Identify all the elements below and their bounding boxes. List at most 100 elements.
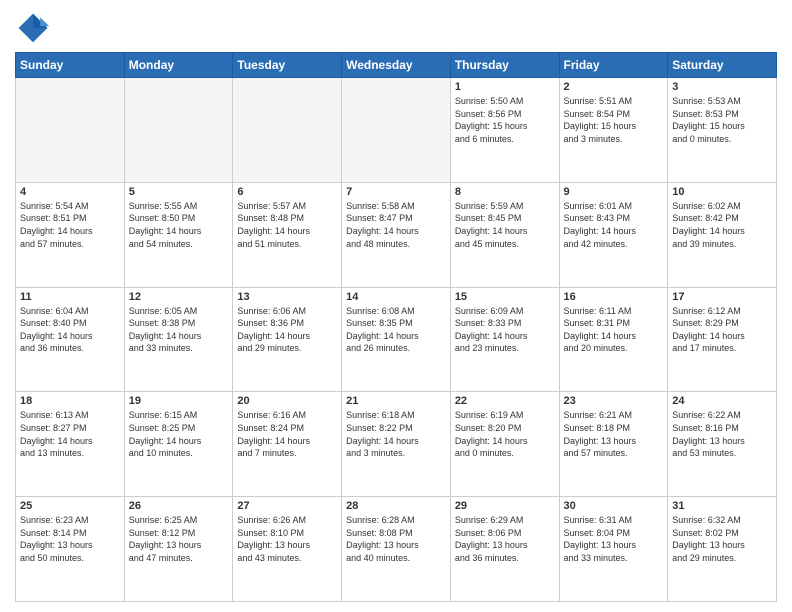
day-cell: 17 Sunrise: 6:12 AM Sunset: 8:29 PM Dayli… [668, 287, 777, 392]
day-info: Sunrise: 6:09 AM Sunset: 8:33 PM Dayligh… [455, 305, 555, 355]
day-cell: 14 Sunrise: 6:08 AM Sunset: 8:35 PM Dayli… [342, 287, 451, 392]
day-info: Sunrise: 5:59 AM Sunset: 8:45 PM Dayligh… [455, 200, 555, 250]
day-info: Sunrise: 5:58 AM Sunset: 8:47 PM Dayligh… [346, 200, 446, 250]
day-number: 24 [672, 395, 772, 407]
day-number: 26 [129, 500, 229, 512]
weekday-thursday: Thursday [450, 53, 559, 78]
day-number: 25 [20, 500, 120, 512]
day-number: 16 [564, 291, 664, 303]
week-row-3: 11 Sunrise: 6:04 AM Sunset: 8:40 PM Dayli… [16, 287, 777, 392]
day-cell: 22Sunrise: 6:19 AM Sunset: 8:20 PM Dayli… [450, 392, 559, 497]
day-number: 9 [564, 186, 664, 198]
day-info: Sunrise: 5:57 AM Sunset: 8:48 PM Dayligh… [237, 200, 337, 250]
day-number: 18 [20, 395, 120, 407]
day-cell: 12 Sunrise: 6:05 AM Sunset: 8:38 PM Dayli… [124, 287, 233, 392]
day-info: Sunrise: 5:53 AM Sunset: 8:53 PM Dayligh… [672, 95, 772, 145]
day-info: Sunrise: 5:54 AM Sunset: 8:51 PM Dayligh… [20, 200, 120, 250]
day-cell [124, 78, 233, 183]
day-cell: 13Sunrise: 6:06 AM Sunset: 8:36 PM Dayli… [233, 287, 342, 392]
day-number: 15 [455, 291, 555, 303]
day-number: 31 [672, 500, 772, 512]
day-info: Sunrise: 6:32 AM Sunset: 8:02 PM Dayligh… [672, 514, 772, 564]
day-number: 19 [129, 395, 229, 407]
day-number: 21 [346, 395, 446, 407]
day-number: 10 [672, 186, 772, 198]
day-cell: 25 Sunrise: 6:23 AM Sunset: 8:14 PM Dayli… [16, 497, 125, 602]
day-cell: 8 Sunrise: 5:59 AM Sunset: 8:45 PM Daylig… [450, 182, 559, 287]
day-cell: 4 Sunrise: 5:54 AM Sunset: 8:51 PM Daylig… [16, 182, 125, 287]
weekday-monday: Monday [124, 53, 233, 78]
day-cell: 1 Sunrise: 5:50 AM Sunset: 8:56 PM Daylig… [450, 78, 559, 183]
day-cell: 6 Sunrise: 5:57 AM Sunset: 8:48 PM Daylig… [233, 182, 342, 287]
day-cell: 15 Sunrise: 6:09 AM Sunset: 8:33 PM Dayli… [450, 287, 559, 392]
day-info: Sunrise: 5:50 AM Sunset: 8:56 PM Dayligh… [455, 95, 555, 145]
week-row-5: 25 Sunrise: 6:23 AM Sunset: 8:14 PM Dayli… [16, 497, 777, 602]
day-number: 1 [455, 81, 555, 93]
day-number: 13 [237, 291, 337, 303]
day-info: Sunrise: 6:28 AM Sunset: 8:08 PM Dayligh… [346, 514, 446, 564]
page: SundayMondayTuesdayWednesdayThursdayFrid… [0, 0, 792, 612]
day-number: 7 [346, 186, 446, 198]
day-number: 30 [564, 500, 664, 512]
day-number: 5 [129, 186, 229, 198]
day-number: 11 [20, 291, 120, 303]
day-cell: 2 Sunrise: 5:51 AM Sunset: 8:54 PM Daylig… [559, 78, 668, 183]
day-cell: 9 Sunrise: 6:01 AM Sunset: 8:43 PM Daylig… [559, 182, 668, 287]
day-number: 4 [20, 186, 120, 198]
day-cell: 27 Sunrise: 6:26 AM Sunset: 8:10 PM Dayli… [233, 497, 342, 602]
day-cell: 7 Sunrise: 5:58 AM Sunset: 8:47 PM Daylig… [342, 182, 451, 287]
weekday-tuesday: Tuesday [233, 53, 342, 78]
calendar-table: SundayMondayTuesdayWednesdayThursdayFrid… [15, 52, 777, 602]
day-cell: 26 Sunrise: 6:25 AM Sunset: 8:12 PM Dayli… [124, 497, 233, 602]
day-info: Sunrise: 6:31 AM Sunset: 8:04 PM Dayligh… [564, 514, 664, 564]
day-info: Sunrise: 6:02 AM Sunset: 8:42 PM Dayligh… [672, 200, 772, 250]
day-info: Sunrise: 6:25 AM Sunset: 8:12 PM Dayligh… [129, 514, 229, 564]
day-info: Sunrise: 6:29 AM Sunset: 8:06 PM Dayligh… [455, 514, 555, 564]
day-number: 22 [455, 395, 555, 407]
day-cell [342, 78, 451, 183]
day-number: 27 [237, 500, 337, 512]
week-row-2: 4 Sunrise: 5:54 AM Sunset: 8:51 PM Daylig… [16, 182, 777, 287]
day-info: Sunrise: 6:01 AM Sunset: 8:43 PM Dayligh… [564, 200, 664, 250]
day-info: Sunrise: 6:13 AM Sunset: 8:27 PM Dayligh… [20, 409, 120, 459]
day-info: Sunrise: 6:05 AM Sunset: 8:38 PM Dayligh… [129, 305, 229, 355]
day-cell [233, 78, 342, 183]
logo [15, 10, 55, 46]
day-cell: 21 Sunrise: 6:18 AM Sunset: 8:22 PM Dayli… [342, 392, 451, 497]
day-number: 17 [672, 291, 772, 303]
day-info: Sunrise: 6:04 AM Sunset: 8:40 PM Dayligh… [20, 305, 120, 355]
weekday-sunday: Sunday [16, 53, 125, 78]
day-cell: 30 Sunrise: 6:31 AM Sunset: 8:04 PM Dayli… [559, 497, 668, 602]
day-cell: 29Sunrise: 6:29 AM Sunset: 8:06 PM Dayli… [450, 497, 559, 602]
day-cell: 18 Sunrise: 6:13 AM Sunset: 8:27 PM Dayli… [16, 392, 125, 497]
day-number: 12 [129, 291, 229, 303]
day-info: Sunrise: 6:11 AM Sunset: 8:31 PM Dayligh… [564, 305, 664, 355]
week-row-4: 18 Sunrise: 6:13 AM Sunset: 8:27 PM Dayli… [16, 392, 777, 497]
day-info: Sunrise: 6:26 AM Sunset: 8:10 PM Dayligh… [237, 514, 337, 564]
day-info: Sunrise: 6:08 AM Sunset: 8:35 PM Dayligh… [346, 305, 446, 355]
weekday-wednesday: Wednesday [342, 53, 451, 78]
day-number: 14 [346, 291, 446, 303]
day-cell: 5Sunrise: 5:55 AM Sunset: 8:50 PM Daylig… [124, 182, 233, 287]
day-number: 8 [455, 186, 555, 198]
day-cell [16, 78, 125, 183]
day-number: 2 [564, 81, 664, 93]
day-cell: 20Sunrise: 6:16 AM Sunset: 8:24 PM Dayli… [233, 392, 342, 497]
day-cell: 16 Sunrise: 6:11 AM Sunset: 8:31 PM Dayli… [559, 287, 668, 392]
day-number: 23 [564, 395, 664, 407]
day-cell: 19 Sunrise: 6:15 AM Sunset: 8:25 PM Dayli… [124, 392, 233, 497]
day-info: Sunrise: 6:23 AM Sunset: 8:14 PM Dayligh… [20, 514, 120, 564]
week-row-1: 1 Sunrise: 5:50 AM Sunset: 8:56 PM Daylig… [16, 78, 777, 183]
day-number: 3 [672, 81, 772, 93]
day-number: 6 [237, 186, 337, 198]
header [15, 10, 777, 46]
day-info: Sunrise: 6:12 AM Sunset: 8:29 PM Dayligh… [672, 305, 772, 355]
day-info: Sunrise: 6:18 AM Sunset: 8:22 PM Dayligh… [346, 409, 446, 459]
day-cell: 28Sunrise: 6:28 AM Sunset: 8:08 PM Dayli… [342, 497, 451, 602]
day-cell: 24Sunrise: 6:22 AM Sunset: 8:16 PM Dayli… [668, 392, 777, 497]
day-info: Sunrise: 6:15 AM Sunset: 8:25 PM Dayligh… [129, 409, 229, 459]
day-cell: 11 Sunrise: 6:04 AM Sunset: 8:40 PM Dayli… [16, 287, 125, 392]
weekday-friday: Friday [559, 53, 668, 78]
day-info: Sunrise: 5:51 AM Sunset: 8:54 PM Dayligh… [564, 95, 664, 145]
day-cell: 10 Sunrise: 6:02 AM Sunset: 8:42 PM Dayli… [668, 182, 777, 287]
